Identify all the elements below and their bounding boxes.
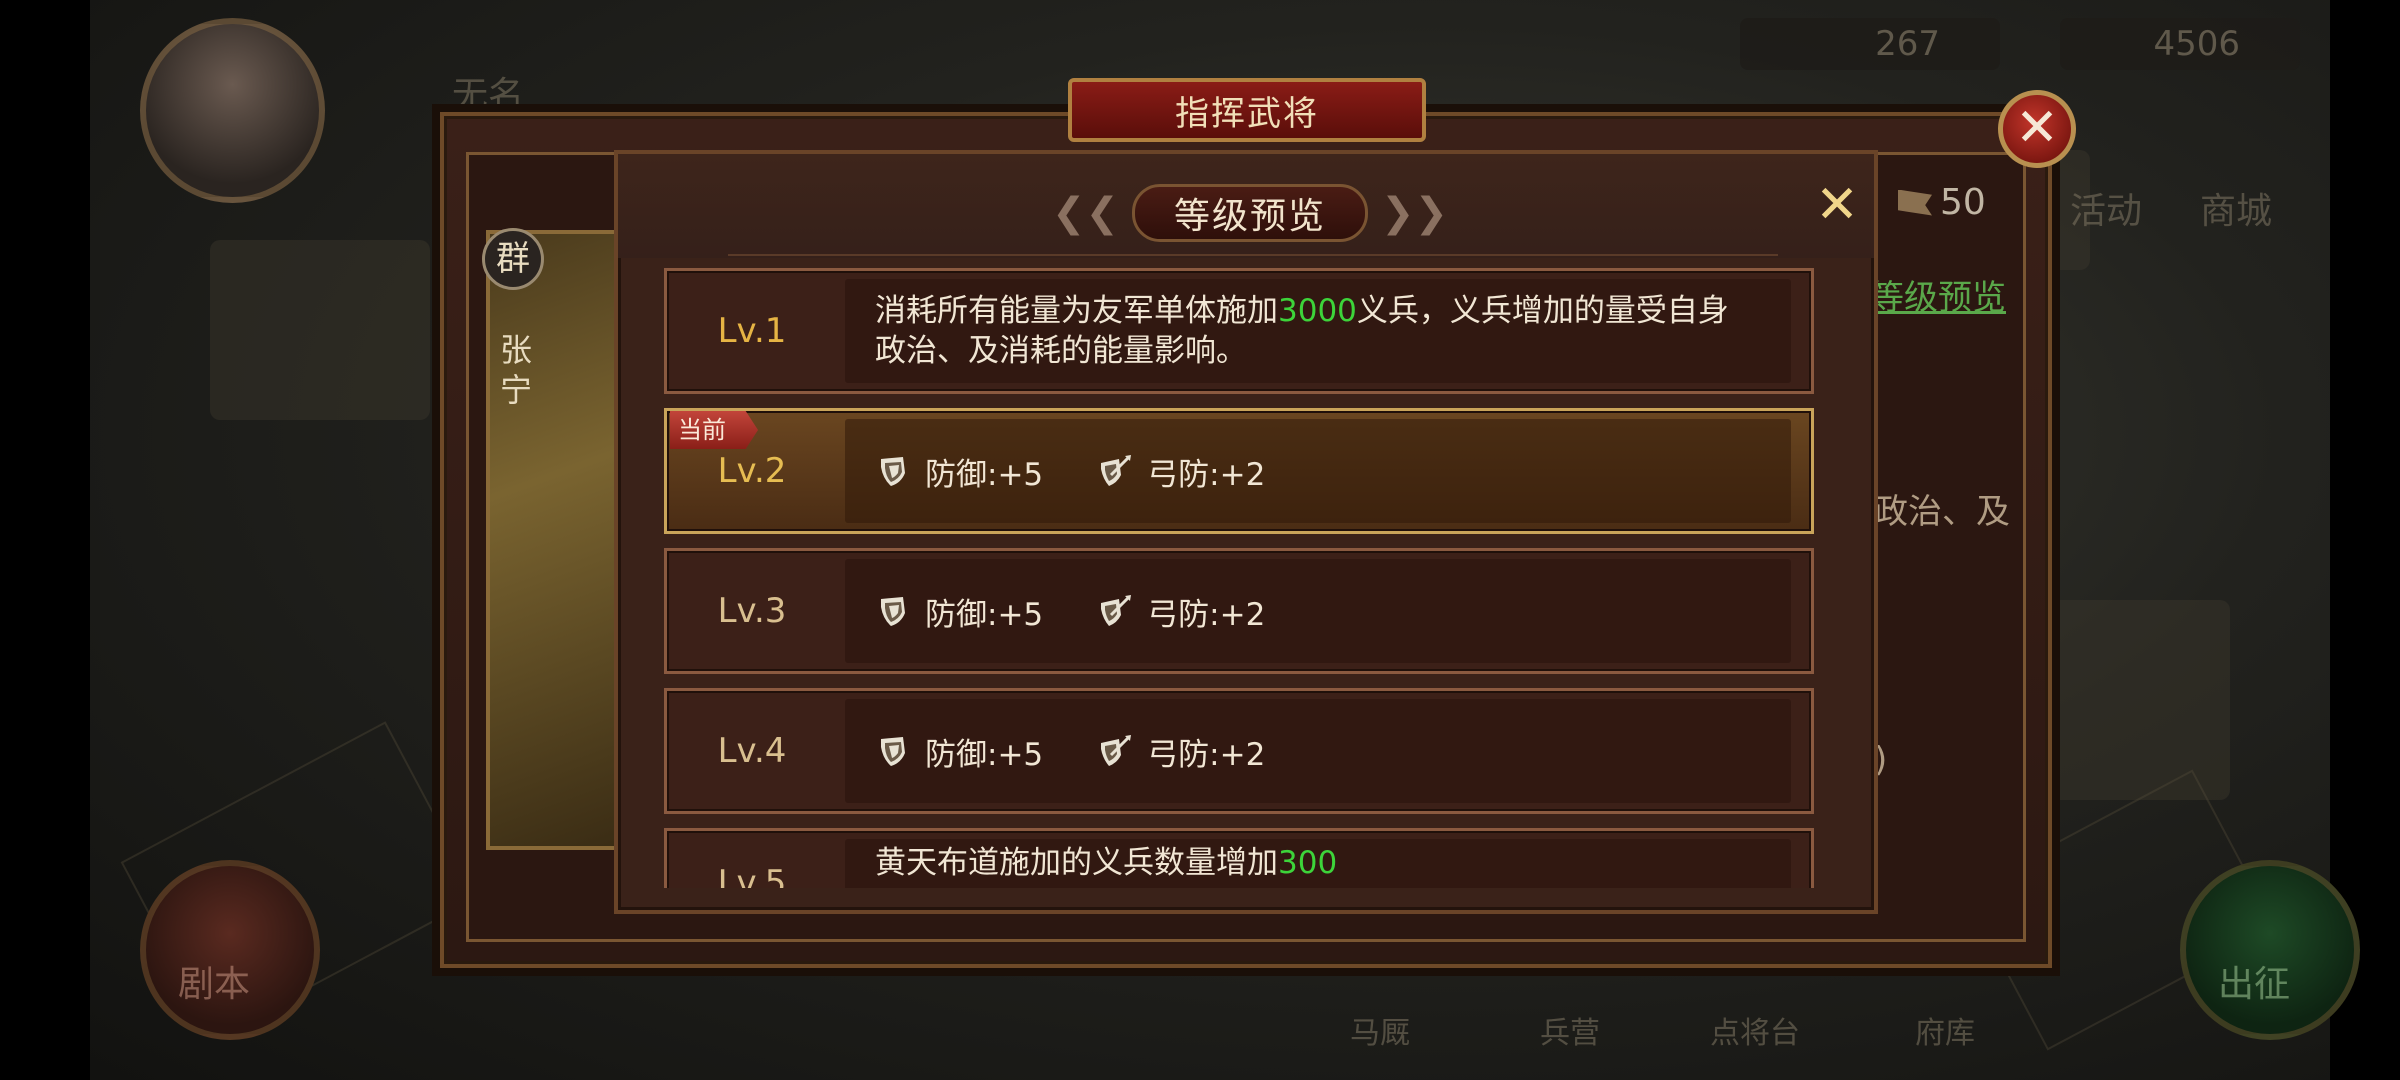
header-divider: [728, 254, 1778, 256]
level-description: 消耗所有能量为友军单体施加3000义兵，义兵增加的量受自身政治、及消耗的能量影响…: [875, 291, 1751, 371]
level-label: Lv.1: [717, 311, 787, 351]
level-stats: 防御:+5 弓防:+2: [875, 699, 1265, 803]
ornament-left-icon: ❮❮: [1052, 190, 1120, 236]
nav-activity[interactable]: 活动: [2070, 182, 2142, 234]
arrow-shield-icon: [1101, 455, 1132, 486]
script-button[interactable]: [140, 860, 320, 1040]
resource-1-value: 267: [1875, 24, 1940, 64]
nav-shop[interactable]: 商城: [2200, 182, 2272, 234]
nav-general-platform[interactable]: 点将台: [1710, 1008, 1800, 1052]
defense-value: 防御:+5: [925, 596, 1044, 633]
defense-stat: 防御:+5: [875, 589, 1043, 634]
march-button[interactable]: [2180, 860, 2360, 1040]
level-row: Lv.3 防御:+5 弓防:+2: [664, 548, 1814, 674]
ornament-right-icon: ❯❯: [1380, 190, 1448, 236]
arrow-defense-value: 弓防:+2: [1147, 736, 1266, 773]
level-row-current: Lv.2 防御:+5 弓防:+2: [664, 408, 1814, 534]
level-row: Lv.4 防御:+5 弓防:+2: [664, 688, 1814, 814]
level-body: 防御:+5 弓防:+2: [845, 699, 1791, 803]
arrow-defense-stat: 弓防:+2: [1097, 589, 1265, 634]
level-label: Lv.4: [717, 731, 787, 771]
close-icon[interactable]: ✕: [1998, 90, 2076, 168]
arrow-shield-icon: [1101, 595, 1132, 626]
defense-value: 防御:+5: [925, 456, 1044, 493]
resource-1-counter: 267: [1740, 18, 2000, 70]
shield-icon: [881, 737, 905, 766]
level-body: 黄天布道施加的义兵数量增加300: [845, 839, 1791, 888]
hero-portrait: [486, 230, 626, 850]
nav-treasury[interactable]: 府库: [1915, 1008, 1975, 1052]
script-button-label: 剧本: [178, 964, 251, 1005]
level-preview-link[interactable]: 等级预览: [1870, 270, 2006, 319]
level-body: 消耗所有能量为友军单体施加3000义兵，义兵增加的量受自身政治、及消耗的能量影响…: [845, 279, 1791, 383]
level-body: 防御:+5 弓防:+2: [845, 419, 1791, 523]
level-row: Lv.5 黄天布道施加的义兵数量增加300: [664, 828, 1814, 888]
current-level-tag: 当前: [670, 411, 758, 449]
dialog-title-plate: ❮❮ 等级预览 ❯❯: [1052, 184, 1448, 242]
level-body: 防御:+5 弓防:+2: [845, 559, 1791, 663]
nav-stable[interactable]: 马厩: [1350, 1008, 1410, 1052]
desc-number: 3000: [1278, 293, 1357, 329]
level-row: Lv.1 消耗所有能量为友军单体施加3000义兵，义兵增加的量受自身政治、及消耗…: [664, 268, 1814, 394]
march-button-label: 出征: [2218, 964, 2291, 1005]
arrow-shield-icon: [1101, 735, 1132, 766]
faction-badge: 群: [482, 228, 544, 290]
cost-indicator: 50: [1898, 182, 1986, 223]
level-description: 黄天布道施加的义兵数量增加300: [875, 843, 1751, 883]
arrow-defense-stat: 弓防:+2: [1097, 449, 1265, 494]
level-stats: 防御:+5 弓防:+2: [875, 419, 1265, 523]
dialog-title: 等级预览: [1132, 184, 1368, 242]
arrow-defense-stat: 弓防:+2: [1097, 729, 1265, 774]
defense-stat: 防御:+5: [875, 729, 1043, 774]
hero-name: 张宁: [499, 331, 532, 409]
resource-2-counter: 4506: [2060, 18, 2300, 70]
defense-stat: 防御:+5: [875, 449, 1043, 494]
desc-number: 300: [1278, 845, 1338, 881]
shield-icon: [881, 597, 905, 626]
level-list-viewport[interactable]: Lv.1 消耗所有能量为友军单体施加3000义兵，义兵增加的量受自身政治、及消耗…: [664, 268, 1814, 888]
desc-text: 黄天布道施加的义兵数量增加: [875, 845, 1278, 881]
level-label: Lv.5: [717, 863, 787, 888]
resource-2-value: 4506: [2153, 24, 2240, 64]
skill-desc-fragment: 政治、及: [1874, 492, 2010, 532]
cost-value: 50: [1940, 182, 1986, 223]
player-name: 无名: [452, 75, 525, 116]
level-label: Lv.3: [717, 591, 787, 631]
level-stats: 防御:+5 弓防:+2: [875, 559, 1265, 663]
desc-text: 消耗所有能量为友军单体施加: [875, 293, 1278, 329]
shield-icon: [881, 457, 905, 486]
player-avatar[interactable]: [140, 18, 325, 203]
nav-barracks[interactable]: 兵营: [1540, 1008, 1600, 1052]
defense-value: 防御:+5: [925, 736, 1044, 773]
arrow-defense-value: 弓防:+2: [1147, 456, 1266, 493]
close-icon[interactable]: ✕: [1810, 178, 1864, 232]
command-general-title: 指挥武将: [1068, 78, 1426, 142]
flag-icon: [1898, 189, 1932, 216]
arrow-defense-value: 弓防:+2: [1147, 596, 1266, 633]
